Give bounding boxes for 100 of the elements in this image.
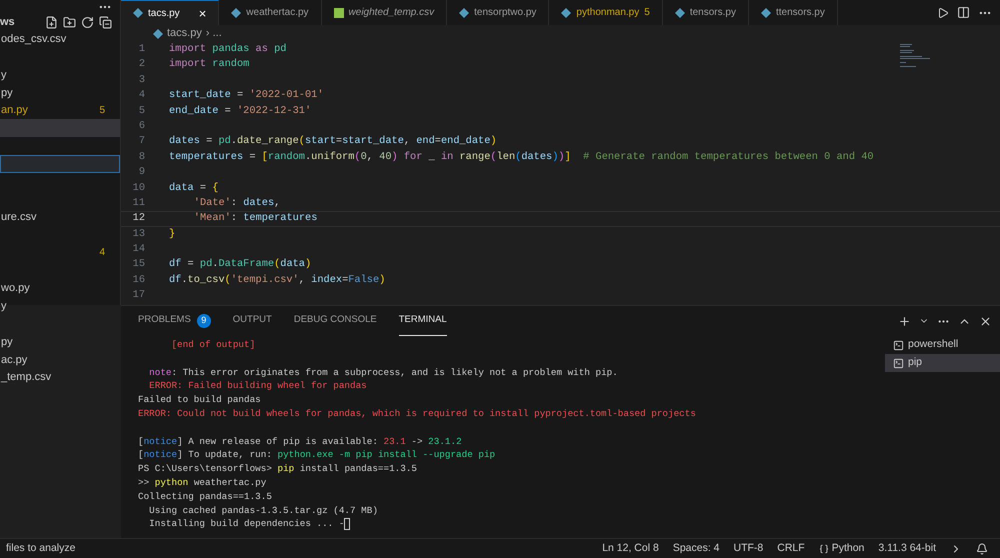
problem-count: 4 [99,246,105,260]
new-folder-icon[interactable] [63,16,76,29]
line-number: 8 [138,150,146,165]
python-icon [231,8,242,18]
file-row[interactable]: py [0,333,120,351]
code-line: 'Mean': temperatures [192,211,318,226]
refresh-icon[interactable] [81,16,94,29]
status-text[interactable]: files to analyze [0,540,76,556]
file-row[interactable] [0,155,120,173]
python-icon [133,8,143,18]
code-line: import random [169,57,250,72]
panel-tab[interactable]: PROBLEMS 9 [138,306,211,336]
terminal-icon [893,358,904,368]
editor-tab[interactable]: weathertac.py [219,0,322,25]
python-icon [674,8,685,18]
split-editor-icon[interactable] [957,6,970,19]
terminal-line: >> python weathertac.py [138,476,266,490]
problem-count: 9 [196,314,211,328]
problem-count: 5 [644,6,650,20]
file-row[interactable]: 4 [0,244,120,262]
status-item[interactable]: Spaces: 4 [672,540,720,556]
code-line: import pandas as pd [169,42,286,57]
panel-tab[interactable]: TERMINAL [398,306,447,336]
terminal-line: note: This error originates from a subprocess, and is likely not a problem with pip. [148,366,618,380]
terminal-session[interactable]: powershell [885,336,1000,354]
editor-tab[interactable]: tensors.py [662,0,749,25]
line-number: 1 [138,42,146,57]
terminal-line: ERROR: Failed building wheel for pandas [148,379,367,394]
breadcrumb-rest[interactable]: › ... [206,25,222,42]
terminal-line: Installing build dependencies ... - [148,517,344,532]
line-number: 15 [132,257,146,272]
terminal-line: [end of output] [170,338,256,352]
line-number: 9 [138,165,146,180]
terminal-line: Failed to build pandas [138,393,261,408]
file-row[interactable]: y [0,66,120,84]
code-line: data = { [169,180,218,196]
terminal-icon [893,340,904,350]
interpreter-version[interactable]: 3.11.3 64-bit [878,540,936,556]
new-terminal-icon[interactable] [898,314,911,328]
line-number: 16 [132,272,146,288]
editor-tab[interactable]: weighted_temp.csv [322,0,448,25]
code-line: start_date = '2022-01-01' [169,88,324,104]
line-number: 2 [138,57,146,72]
minimap [900,44,930,68]
terminal-line: Collecting pandas==1.3.5 [138,490,272,504]
line-number: 11 [132,196,146,211]
code-line: end_date = '2022-12-31' [169,104,312,119]
code-line: temperatures = [random.uniform(0, 40) for _ in range(len(dates))] # Generate random temperatures between 0 and 40 [169,150,874,165]
file-name: ac.py [1,352,28,368]
braces-icon [818,544,829,554]
file-name: an.py [1,103,28,118]
file-row[interactable]: y [0,297,120,316]
line-number: 17 [132,288,146,304]
close-tab-button[interactable]: × [198,6,206,20]
editor-tab[interactable]: pythonman.py 5 [549,0,663,25]
terminal-line: PS C:\Users\tensorflows> pip install pandas==1.3.5 [138,462,417,476]
editor-tab[interactable]: tacs.py × [121,0,220,25]
editor-tab[interactable]: tensorptwo.py [447,0,550,25]
file-name: _temp.csv [1,370,52,386]
file-row[interactable]: ac.py [0,350,120,369]
python-icon [459,8,470,18]
terminal-session[interactable]: pip [885,354,1000,372]
python-icon [153,28,163,38]
status-item[interactable]: UTF-8 [734,540,764,556]
status-item[interactable]: CRLF [777,540,805,556]
file-row[interactable]: _temp.csv [0,368,120,386]
file-row[interactable]: an.py 5 [0,102,120,120]
terminal-line: Using cached pandas-1.3.5.tar.gz (4.7 MB) [148,504,378,518]
notifications-icon[interactable] [976,542,988,554]
line-number: 6 [138,118,146,134]
panel-tab[interactable]: DEBUG CONSOLE [294,306,377,336]
file-name: wo.py [1,281,30,296]
language-mode[interactable]: Python [818,540,864,556]
file-row[interactable]: odes_csv.csv [0,30,120,48]
python-icon [760,8,771,18]
file-row[interactable]: wo.py [0,280,120,298]
terminal-line: [notice] To update, run: python.exe -m pip install --upgrade pip [138,448,496,462]
file-name: py [1,334,13,350]
new-file-icon[interactable] [45,16,58,29]
breadcrumb-file[interactable]: tacs.py [167,25,202,42]
line-number: 12 [132,211,146,226]
code-line: df.to_csv('tempi.csv', index=False) [169,272,386,288]
line-number: 13 [132,226,146,242]
terminal-line: ERROR: Could not build wheels for pandas, which is required to install pyproject.toml-based projects [138,406,696,421]
file-name: py [1,86,13,101]
run-icon[interactable] [937,6,949,18]
collapse-icon[interactable] [99,16,112,29]
file-name: y [1,299,6,314]
close-icon[interactable] [979,314,992,328]
status-item[interactable]: Ln 12, Col 8 [602,540,659,556]
line-number: 5 [138,104,146,119]
editor-tab[interactable]: ttensors.py [748,0,838,25]
code-line: 'Date': dates, [192,196,280,211]
file-row[interactable]: py [0,84,120,102]
code-line: dates = pd.date_range(start=start_date, end=end_date) [169,134,497,150]
problem-count: 5 [99,104,105,118]
table-icon [334,8,344,18]
terminal-line: [notice] A new release of pip is available: 23.1 -> 23.1.2 [138,434,462,448]
panel-tab[interactable]: OUTPUT [232,306,272,336]
file-row[interactable]: ure.csv [0,208,120,226]
